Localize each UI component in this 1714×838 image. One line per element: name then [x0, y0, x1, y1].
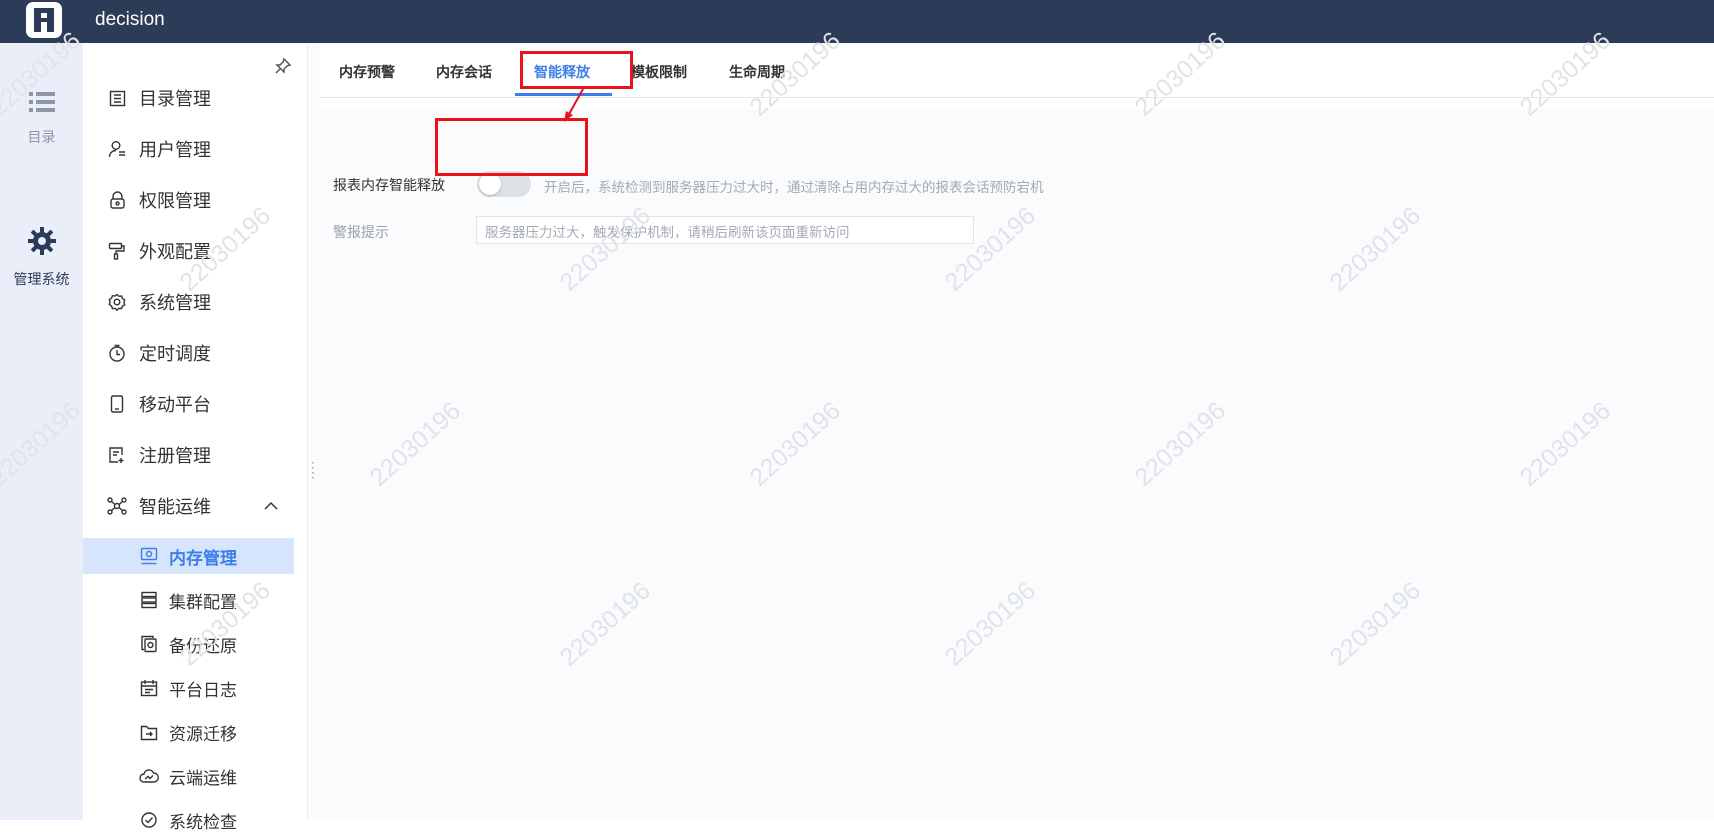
- primary-rail: 目录 管理系统: [0, 43, 83, 820]
- menu-item-user-management[interactable]: 用户管理: [83, 131, 294, 167]
- rail-item-management[interactable]: 管理系统: [0, 227, 83, 289]
- menu-item-label: 用户管理: [139, 140, 211, 161]
- menu-item-label: 内存管理: [169, 548, 237, 569]
- menu-item-label: 平台日志: [169, 680, 237, 701]
- menu-item-cluster-config[interactable]: 集群配置: [83, 582, 294, 618]
- settings-icon: [107, 292, 127, 312]
- register-icon: [107, 445, 127, 465]
- menu-item-registration[interactable]: 注册管理: [83, 437, 294, 473]
- menu-item-system-check[interactable]: 系统检查: [83, 802, 294, 838]
- menu-item-label: 系统检查: [169, 812, 237, 833]
- menu-item-resource-migration[interactable]: 资源迁移: [83, 714, 294, 750]
- menu-item-label: 外观配置: [139, 242, 211, 263]
- chevron-up-icon[interactable]: [263, 498, 279, 518]
- toggle-knob: [479, 173, 501, 195]
- tab-memory-session[interactable]: 内存会话: [436, 62, 492, 82]
- menu-item-cloud-ops[interactable]: 云端运维: [83, 758, 294, 794]
- pin-icon[interactable]: [274, 57, 292, 79]
- rail-item-management-label: 管理系统: [13, 272, 70, 288]
- gear-icon: [0, 227, 83, 259]
- menu-item-label: 资源迁移: [169, 724, 237, 745]
- app-logo[interactable]: [26, 2, 62, 38]
- menu-item-appearance-config[interactable]: 外观配置: [83, 233, 294, 269]
- annotation-arrow-icon: [564, 88, 584, 122]
- menu-item-platform-log[interactable]: 平台日志: [83, 670, 294, 706]
- alert-message-field[interactable]: 服务器压力过大，触发保护机制，请稍后刷新该页面重新访问: [476, 216, 974, 244]
- folder-migrate-icon: [139, 722, 159, 742]
- drag-handle-icon: · · · ·: [311, 456, 315, 485]
- menu-item-permission-management[interactable]: 权限管理: [83, 182, 294, 218]
- smart-release-panel: 报表内存智能释放 开启后，系统检测到服务器压力过大时，通过清除占用内存过大的报表…: [319, 109, 1714, 820]
- menu-item-label: 移动平台: [139, 395, 211, 416]
- rail-item-catalog-label: 目录: [27, 130, 56, 146]
- tab-lifecycle[interactable]: 生命周期: [729, 62, 785, 82]
- rail-item-catalog[interactable]: 目录: [0, 91, 83, 147]
- menu-item-backup-restore[interactable]: 备份还原: [83, 626, 294, 662]
- tab-smart-release[interactable]: 智能释放: [534, 62, 590, 82]
- tab-memory-alert[interactable]: 内存预警: [339, 62, 395, 82]
- memory-icon: [139, 546, 159, 566]
- backup-icon: [139, 634, 159, 654]
- server-icon: [139, 590, 159, 610]
- menu-item-label: 智能运维: [139, 497, 211, 518]
- menu-item-smart-ops[interactable]: 智能运维: [83, 488, 294, 524]
- menu-item-label: 注册管理: [139, 446, 211, 467]
- timer-icon: [107, 343, 127, 363]
- cloud-icon: [139, 766, 159, 786]
- secondary-menu: 目录管理 用户管理 权限管理 外观配置 系统管理 定时调度 移动平台 注册管理 …: [83, 43, 307, 833]
- tab-bar: 内存预警 内存会话 智能释放 模板限制 生命周期: [319, 43, 1714, 98]
- menu-item-label: 系统管理: [139, 293, 211, 314]
- mobile-icon: [107, 394, 127, 414]
- check-icon: [139, 810, 159, 830]
- network-icon: [107, 496, 127, 516]
- user-icon: [107, 139, 127, 159]
- menu-item-label: 目录管理: [139, 89, 211, 110]
- list-icon: [0, 91, 83, 117]
- main-content: 内存预警 内存会话 智能释放 模板限制 生命周期 报表内存智能释放 开启后，系统…: [319, 43, 1714, 820]
- lock-icon: [107, 190, 127, 210]
- top-bar: decision: [0, 0, 1714, 43]
- catalog-icon: [107, 88, 127, 108]
- menu-item-label: 定时调度: [139, 344, 211, 365]
- menu-item-scheduling[interactable]: 定时调度: [83, 335, 294, 371]
- paint-roller-icon: [107, 241, 127, 261]
- menu-item-system-management[interactable]: 系统管理: [83, 284, 294, 320]
- menu-item-label: 备份还原: [169, 636, 237, 657]
- tab-template-limit[interactable]: 模板限制: [631, 62, 687, 82]
- menu-item-label: 集群配置: [169, 592, 237, 613]
- smart-release-toggle[interactable]: [477, 171, 531, 197]
- alert-label: 警报提示: [333, 225, 389, 241]
- menu-item-mobile-platform[interactable]: 移动平台: [83, 386, 294, 422]
- app-title: decision: [95, 9, 165, 30]
- smart-release-label: 报表内存智能释放: [333, 178, 445, 194]
- menu-item-memory-management[interactable]: 内存管理: [83, 538, 294, 574]
- smart-release-help: 开启后，系统检测到服务器压力过大时，通过清除占用内存过大的报表会话预防宕机: [544, 180, 1044, 196]
- log-icon: [139, 678, 159, 698]
- menu-item-label: 权限管理: [139, 191, 211, 212]
- menu-item-catalog-management[interactable]: 目录管理: [83, 80, 294, 116]
- menu-item-label: 云端运维: [169, 768, 237, 789]
